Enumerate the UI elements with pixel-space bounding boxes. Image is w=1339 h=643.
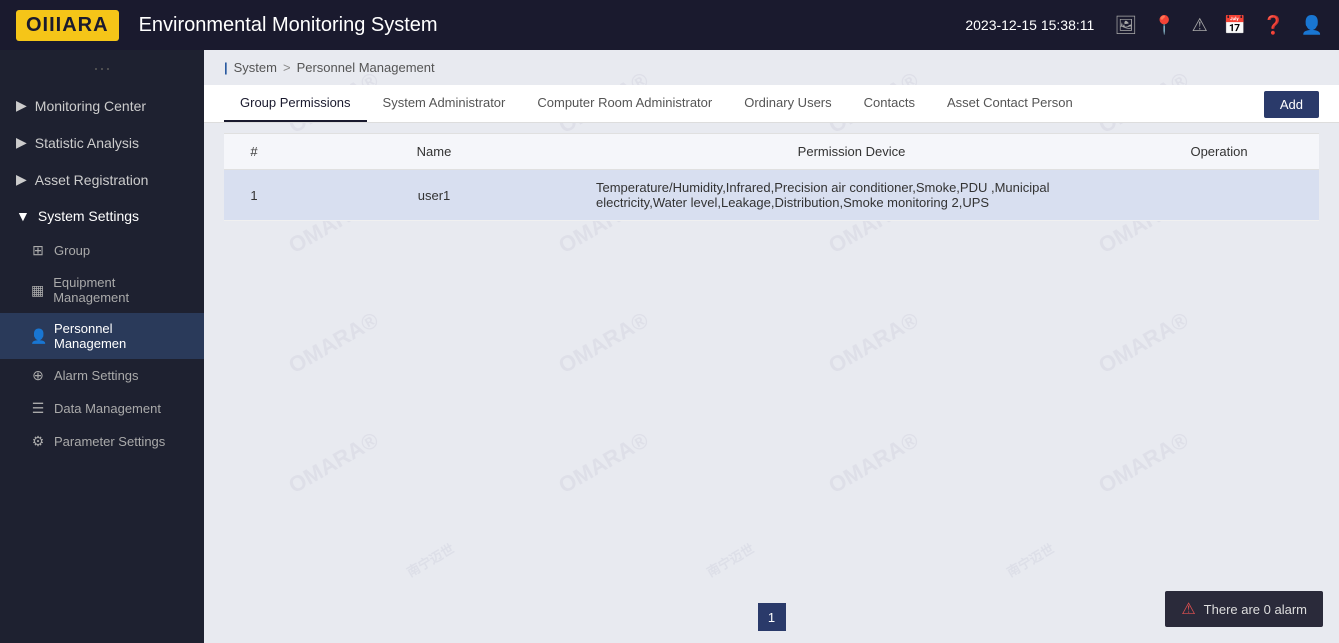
content-area: OMARA® OMARA® OMARA® OMARA® OMARA® OMARA… <box>204 50 1339 643</box>
cell-index: 1 <box>224 170 284 221</box>
breadcrumb-system[interactable]: System <box>234 60 277 75</box>
sidebar-sub-item-label: Personnel Managemen <box>54 321 188 351</box>
image-icon[interactable]: 🖼 <box>1114 15 1137 36</box>
settings-icon: ⚙ <box>30 433 46 450</box>
sidebar-sub-item-label: Alarm Settings <box>54 368 139 383</box>
sidebar-sub-item-label: Data Management <box>54 401 161 416</box>
app-title: Environmental Monitoring System <box>139 14 966 37</box>
sidebar-sub-item-label: Equipment Management <box>53 275 188 305</box>
main-layout: ··· ▶ Monitoring Center ▶ Statistic Anal… <box>0 50 1339 643</box>
page-1-button[interactable]: 1 <box>758 603 786 631</box>
tab-group-permissions[interactable]: Group Permissions <box>224 85 367 122</box>
sidebar-sub-item-label: Group <box>54 243 90 258</box>
calendar-icon[interactable]: 📅 <box>1224 15 1246 36</box>
personnel-icon: 👤 <box>30 328 46 345</box>
breadcrumb-separator: > <box>283 60 291 75</box>
sidebar-sub-item-alarm-settings[interactable]: ⊕ Alarm Settings <box>0 359 204 392</box>
cell-name: user1 <box>284 170 584 221</box>
tab-contacts[interactable]: Contacts <box>848 85 931 122</box>
equipment-icon: ▦ <box>30 282 45 299</box>
alert-icon[interactable]: ⚠ <box>1192 15 1208 36</box>
col-name: Name <box>284 134 584 170</box>
sidebar-item-monitoring-center[interactable]: ▶ Monitoring Center <box>0 87 204 124</box>
sidebar-sub-item-parameter-settings[interactable]: ⚙ Parameter Settings <box>0 425 204 458</box>
data-table: # Name Permission Device Operation 1 use… <box>224 133 1319 221</box>
sidebar-sub-item-equipment-management[interactable]: ▦ Equipment Management <box>0 267 204 313</box>
alarm-icon: ⊕ <box>30 367 46 384</box>
sidebar: ··· ▶ Monitoring Center ▶ Statistic Anal… <box>0 50 204 643</box>
tabs: Group Permissions System Administrator C… <box>224 85 1089 122</box>
tab-ordinary-users[interactable]: Ordinary Users <box>728 85 847 122</box>
sidebar-item-label: Asset Registration <box>35 172 149 188</box>
user-icon[interactable]: 👤 <box>1301 15 1323 36</box>
sidebar-sub-item-label: Parameter Settings <box>54 434 165 449</box>
table-container: # Name Permission Device Operation 1 use… <box>204 123 1339 591</box>
location-icon[interactable]: 📍 <box>1153 15 1175 36</box>
alarm-text: There are 0 alarm <box>1204 602 1307 617</box>
header-icons: 🖼 📍 ⚠ 📅 ❓ 👤 <box>1114 15 1323 36</box>
breadcrumb-personnel-management: Personnel Management <box>297 60 435 75</box>
tab-computer-room-admin[interactable]: Computer Room Administrator <box>521 85 728 122</box>
sidebar-item-asset-registration[interactable]: ▶ Asset Registration <box>0 161 204 198</box>
col-permission-device: Permission Device <box>584 134 1119 170</box>
data-icon: ☰ <box>30 400 46 417</box>
table-row[interactable]: 1 user1 Temperature/Humidity,Infrared,Pr… <box>224 170 1319 221</box>
col-index: # <box>224 134 284 170</box>
sidebar-item-label: System Settings <box>38 208 139 224</box>
top-header: OIIIARA Environmental Monitoring System … <box>0 0 1339 50</box>
tab-area: Group Permissions System Administrator C… <box>204 85 1339 123</box>
add-button[interactable]: Add <box>1264 91 1319 118</box>
arrow-icon: ▶ <box>16 171 27 188</box>
sidebar-item-system-settings[interactable]: ▼ System Settings <box>0 198 204 234</box>
cell-permission-device: Temperature/Humidity,Infrared,Precision … <box>584 170 1119 221</box>
tab-system-administrator[interactable]: System Administrator <box>367 85 522 122</box>
cell-operation <box>1119 170 1319 221</box>
tab-asset-contact-person[interactable]: Asset Contact Person <box>931 85 1089 122</box>
sidebar-item-label: Statistic Analysis <box>35 135 139 151</box>
sidebar-dots: ··· <box>0 50 204 87</box>
logo: OIIIARA <box>16 10 119 41</box>
arrow-icon: ▶ <box>16 134 27 151</box>
breadcrumb-pipe: | <box>224 60 228 75</box>
sidebar-sub-item-personnel-management[interactable]: 👤 Personnel Managemen <box>0 313 204 359</box>
alarm-triangle-icon: ⚠ <box>1181 599 1195 619</box>
sidebar-sub-item-data-management[interactable]: ☰ Data Management <box>0 392 204 425</box>
sidebar-sub-item-group[interactable]: ⊞ Group <box>0 234 204 267</box>
breadcrumb: | System > Personnel Management <box>204 50 1339 85</box>
group-icon: ⊞ <box>30 242 46 259</box>
datetime: 2023-12-15 15:38:11 <box>965 17 1094 33</box>
arrow-icon: ▼ <box>16 208 30 224</box>
alarm-bar: ⚠ There are 0 alarm <box>1165 591 1323 627</box>
sidebar-item-statistic-analysis[interactable]: ▶ Statistic Analysis <box>0 124 204 161</box>
sidebar-item-label: Monitoring Center <box>35 98 146 114</box>
col-operation: Operation <box>1119 134 1319 170</box>
arrow-icon: ▶ <box>16 97 27 114</box>
help-icon[interactable]: ❓ <box>1262 15 1284 36</box>
